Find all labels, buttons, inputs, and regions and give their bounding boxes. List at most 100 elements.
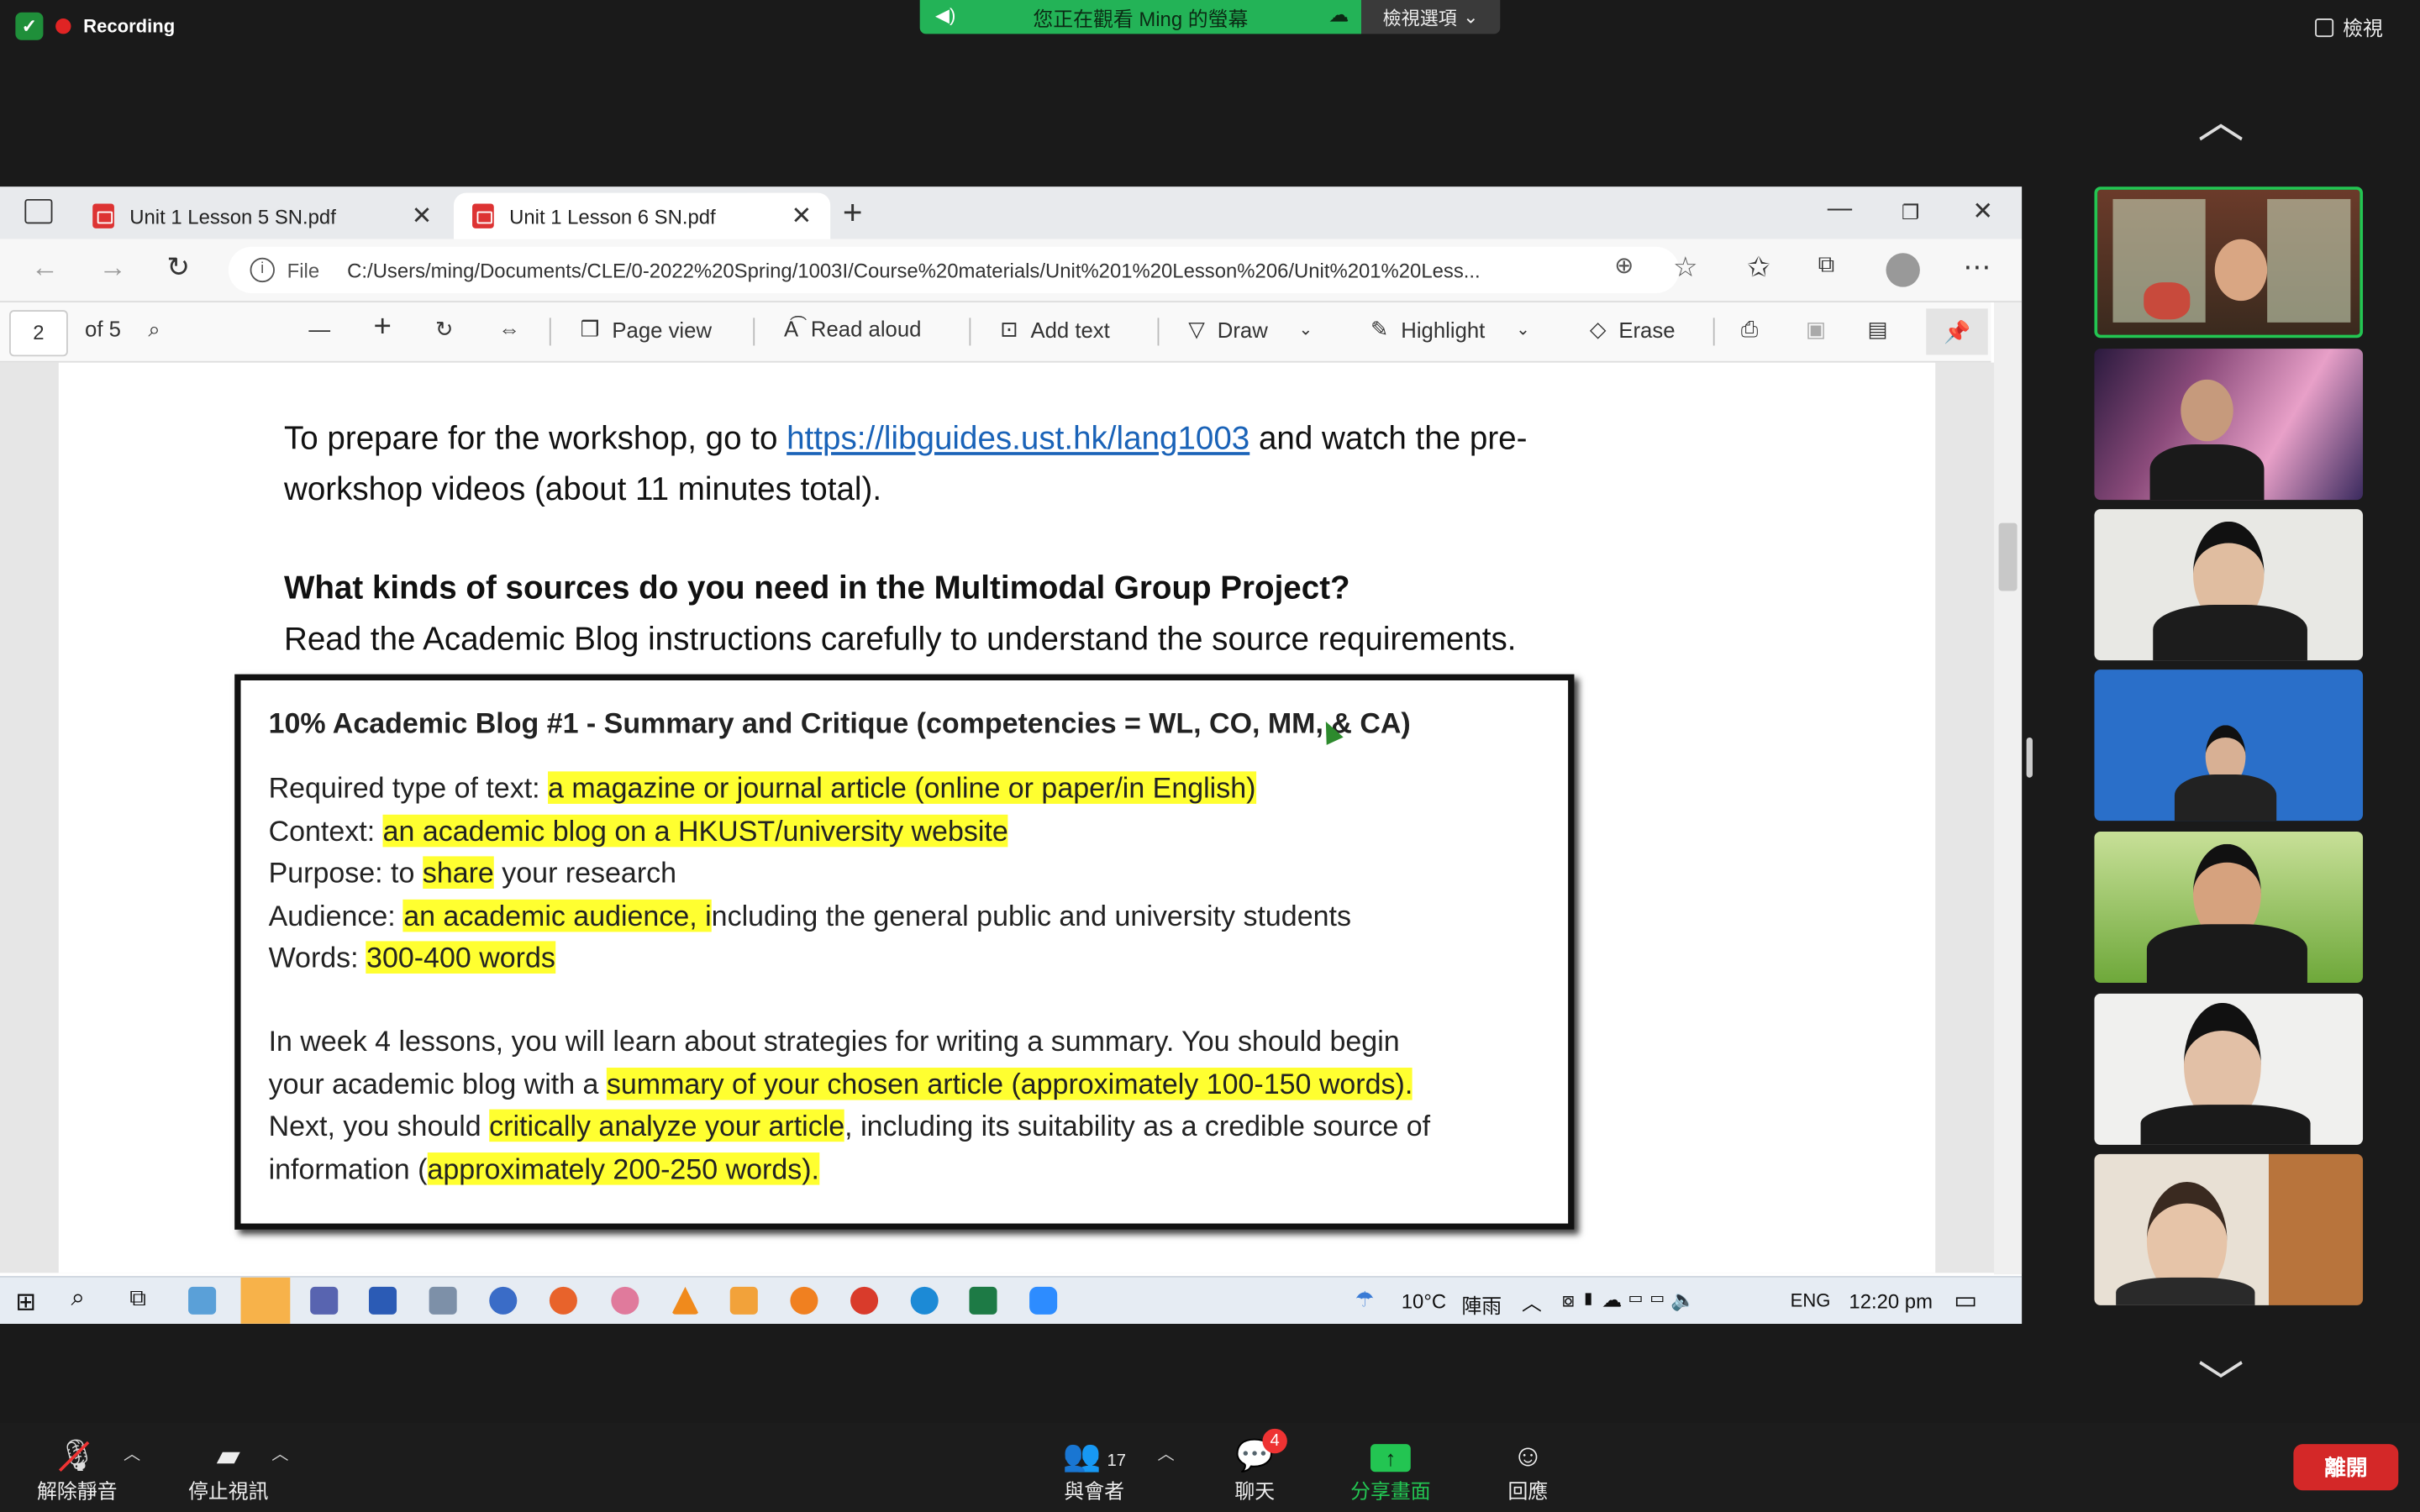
- unmute-button[interactable]: 🎙 解除靜音: [31, 1438, 124, 1504]
- view-button[interactable]: 檢視: [2315, 13, 2383, 42]
- app-icon[interactable]: [310, 1286, 339, 1315]
- system-tray-icons[interactable]: ⧇ ▮ ☁ ▭ ▭ 🔈: [1562, 1289, 1696, 1313]
- para-line: information (approximately 200-250 words…: [269, 1147, 1431, 1190]
- forward-icon[interactable]: →: [99, 251, 127, 284]
- share-screen-button[interactable]: ↑ 分享畫面: [1343, 1438, 1439, 1504]
- security-shield-icon[interactable]: ✓: [15, 12, 44, 40]
- firefox-icon[interactable]: [549, 1286, 577, 1315]
- panel-resize-handle[interactable]: [2026, 737, 2033, 778]
- participant-video-tile[interactable]: [2094, 669, 2364, 822]
- chat-button[interactable]: 💬 聊天 4: [1223, 1428, 1287, 1504]
- app-icon[interactable]: [850, 1286, 879, 1315]
- add-text-button[interactable]: ⊡ Add text: [1000, 317, 1110, 343]
- participants-button[interactable]: 👥 17 與會者: [1053, 1438, 1136, 1504]
- collections-icon[interactable]: ⧉: [1818, 251, 1835, 277]
- favorites-icon[interactable]: ✩: [1747, 251, 1770, 284]
- leave-button[interactable]: 離開: [2293, 1444, 2399, 1491]
- close-window-icon[interactable]: ✕: [1972, 196, 1993, 227]
- favorite-add-icon[interactable]: ☆: [1673, 251, 1698, 284]
- page-count: of 5: [85, 316, 121, 341]
- stop-video-button[interactable]: ▰ 停止視訊: [182, 1438, 275, 1504]
- excel-icon[interactable]: [969, 1286, 997, 1315]
- edge-icon[interactable]: [910, 1286, 939, 1315]
- tab-lesson-6[interactable]: Unit 1 Lesson 6 SN.pdf ✕: [454, 192, 831, 239]
- read-aloud-button[interactable]: A͡ Read aloud: [784, 317, 921, 341]
- close-tab-icon[interactable]: ✕: [791, 201, 812, 232]
- req-context: Context: an academic blog on a HKUST/uni…: [269, 809, 1351, 852]
- participant-video-tile[interactable]: [2094, 832, 2364, 983]
- tab-actions-icon[interactable]: [24, 198, 53, 224]
- print-icon[interactable]: ⎙: [1741, 317, 1759, 343]
- zoom-in-icon[interactable]: +: [373, 310, 391, 345]
- app-icon[interactable]: [790, 1286, 818, 1315]
- chevron-up-icon[interactable]: ︿: [1158, 1441, 1175, 1466]
- draw-button[interactable]: ▽ Draw ⌄: [1188, 317, 1313, 343]
- participant-video-tile[interactable]: [2094, 349, 2364, 501]
- page-number-input[interactable]: 2: [9, 310, 68, 357]
- page-view-button[interactable]: ❒ Page view: [581, 317, 712, 343]
- search-icon[interactable]: ⌕: [71, 1285, 84, 1313]
- windows-start-icon[interactable]: ⊞: [15, 1287, 36, 1318]
- more-icon[interactable]: ⋯: [1963, 251, 1991, 284]
- refresh-icon[interactable]: ↻: [166, 251, 190, 284]
- zoom-app-icon[interactable]: [1029, 1286, 1058, 1315]
- close-tab-icon[interactable]: ✕: [412, 201, 433, 232]
- chevron-up-icon[interactable]: ︿: [271, 1441, 288, 1466]
- pin-toolbar-icon[interactable]: 📌: [1926, 308, 1988, 355]
- new-tab-icon[interactable]: +: [843, 193, 863, 234]
- app-icon[interactable]: [489, 1286, 518, 1315]
- profile-icon[interactable]: [1886, 253, 1920, 287]
- search-icon[interactable]: ⌕: [148, 317, 160, 343]
- highlight-button[interactable]: ✎ Highlight ⌄: [1370, 317, 1530, 343]
- url-field[interactable]: i File C:/Users/ming/Documents/CLE/0-202…: [228, 246, 1680, 293]
- tab-label: Unit 1 Lesson 5 SN.pdf: [129, 204, 336, 228]
- view-options-button[interactable]: 檢視選項 ⌄: [1361, 0, 1501, 34]
- back-icon[interactable]: ←: [31, 251, 59, 284]
- req-type: Required type of text: a magazine or jou…: [269, 767, 1351, 810]
- chevron-down-icon[interactable]: ⌄: [1516, 319, 1530, 339]
- zoom-out-icon[interactable]: —: [308, 317, 330, 341]
- app-icon[interactable]: [188, 1286, 217, 1315]
- draw-icon: ▽: [1188, 316, 1206, 341]
- fit-width-icon[interactable]: ⇔: [498, 317, 520, 341]
- info-icon[interactable]: i: [250, 257, 275, 283]
- participant-video-tile[interactable]: [2094, 1153, 2364, 1305]
- reactions-button[interactable]: ☺ 回應: [1494, 1438, 1562, 1504]
- chevron-up-icon[interactable]: ︿: [124, 1441, 140, 1466]
- intro-line-2: workshop videos (about 11 minutes total)…: [283, 472, 882, 508]
- scroll-up-icon[interactable]: ︿: [2198, 83, 2244, 151]
- participant-video-tile[interactable]: [2094, 993, 2364, 1145]
- scroll-down-icon[interactable]: ﹀: [2198, 1346, 2244, 1414]
- req-label: Context:: [268, 813, 383, 847]
- save-as-icon[interactable]: ▤: [1867, 317, 1887, 343]
- recording-indicator[interactable]: ✓ Recording: [15, 12, 175, 40]
- task-view-icon[interactable]: ⧉: [129, 1285, 146, 1311]
- clock[interactable]: 12:20 pm: [1849, 1290, 1933, 1314]
- calculator-icon[interactable]: [429, 1286, 457, 1315]
- participant-video-tile[interactable]: [2094, 509, 2364, 661]
- pdf-scrollbar-thumb[interactable]: [1998, 522, 2018, 591]
- zoom-icon[interactable]: ⊕: [1614, 251, 1634, 279]
- notifications-icon[interactable]: ▭: [1954, 1285, 1977, 1316]
- save-icon[interactable]: ▣: [1806, 317, 1826, 343]
- page-view-label: Page view: [612, 317, 713, 342]
- restore-icon[interactable]: ❐: [1902, 201, 1919, 225]
- pdf-scrollbar[interactable]: [1994, 302, 2023, 1275]
- pdf-toolbar: 2 of 5 ⌕ — + ↻ ⇔ ❒ Page view A͡ Read aloud…: [0, 302, 1991, 363]
- participant-video-tile[interactable]: [2094, 186, 2364, 339]
- tab-lesson-5[interactable]: Unit 1 Lesson 5 SN.pdf ✕: [74, 193, 450, 239]
- language-indicator[interactable]: ENG: [1791, 1290, 1831, 1312]
- app-icon[interactable]: [729, 1286, 758, 1315]
- app-icon[interactable]: [611, 1286, 639, 1315]
- minimize-icon[interactable]: —: [1828, 196, 1852, 223]
- vlc-icon[interactable]: [671, 1286, 700, 1315]
- cloud-icon: ☁: [1328, 3, 1349, 27]
- libguides-link[interactable]: https://libguides.ust.hk/lang1003: [786, 421, 1249, 456]
- rotate-icon[interactable]: ↻: [435, 317, 454, 343]
- file-explorer-icon[interactable]: [240, 1277, 291, 1324]
- word-icon[interactable]: [368, 1286, 397, 1315]
- erase-button[interactable]: ◇ Erase: [1590, 317, 1676, 343]
- chevron-up-icon[interactable]: ︿: [1522, 1287, 1542, 1316]
- para-line: Next, you should critically analyze your…: [269, 1105, 1431, 1147]
- chevron-down-icon[interactable]: ⌄: [1299, 319, 1313, 339]
